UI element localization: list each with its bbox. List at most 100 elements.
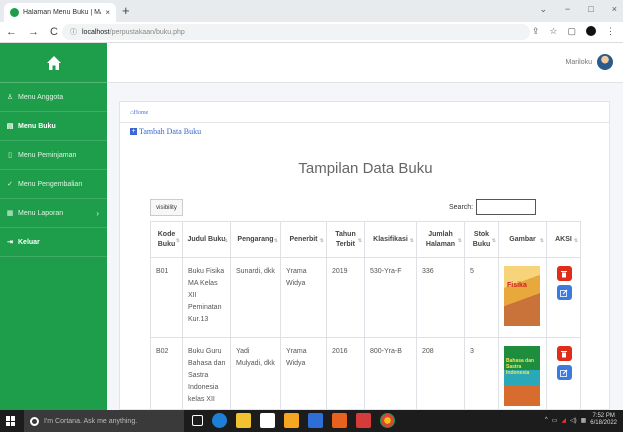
sidebar-item-menu-anggota[interactable]: ♙ Menu Anggota [0,83,107,112]
logout-icon: ⇥ [7,239,13,246]
sort-icon: ⇅ [319,238,324,244]
app-icon[interactable] [356,413,371,428]
sidebar-item-menu-buku[interactable]: ▤ Menu Buku [0,112,107,141]
navigation-buttons: ← → C [6,25,58,39]
column-header[interactable]: Judul Buku ⇅ [182,221,231,258]
network-icon[interactable]: ◢ [561,417,566,424]
browser-toolbar: ← → C ⓘ localhost/perpustakaan/buku.php … [0,22,623,43]
page-title: Tampilan Data Buku [298,160,433,177]
column-header[interactable]: Pengarang ⇅ [230,221,281,258]
user-menu[interactable]: Mariloku [566,54,613,70]
edge-icon[interactable] [212,413,227,428]
cortana-icon [30,416,39,426]
sidebar-item-keluar[interactable]: ⇥ Keluar [0,228,107,257]
book-icon: ▤ [6,123,14,130]
edit-button[interactable] [556,365,572,380]
maximize-icon[interactable]: □ [588,4,593,15]
cell-stok: 5 [464,257,499,338]
column-header[interactable]: AKSI ⇅ [546,221,581,258]
powerpoint-icon[interactable] [332,413,347,428]
divider [120,122,609,123]
search-label: Search: [449,203,474,211]
tab-search-icon[interactable]: ⌄ [539,4,547,15]
column-header[interactable]: Stok Buku ⇅ [464,221,499,258]
column-visibility-button[interactable]: visibility [150,199,183,216]
cell-penerbit: Yrama Widya [280,337,327,409]
column-header[interactable]: Klasifikasi ⇅ [364,221,417,258]
site-info-icon[interactable]: ⓘ [70,27,77,37]
column-header[interactable]: Tahun Terbit ⇅ [326,221,365,258]
url-host: localhost [82,28,110,36]
store-icon[interactable] [260,413,275,428]
share-icon[interactable]: ⇪ [532,26,540,37]
cell-kode: B02 [150,337,183,409]
profile-icon[interactable] [586,26,596,36]
cell-pengarang: Sunardi, dkk [230,257,281,338]
search-input[interactable] [476,199,537,215]
cell-halaman: 208 [416,337,465,409]
sidebar-item-menu-pengembalian[interactable]: ✓ Menu Pengembalian [0,170,107,199]
keyboard-icon[interactable]: ▦ [581,417,587,424]
sidebar-item-label: Menu Anggota [18,93,64,101]
sidebar-panel-icon[interactable]: ▢ [567,26,576,37]
favicon-icon [10,8,19,17]
book-cover-title: Bahasa dan Sastra Indonesia [506,358,535,376]
reload-icon[interactable]: C [50,25,58,39]
breadcrumb[interactable]: ⌂Home [130,110,148,116]
column-header-label: Judul Buku [187,235,226,243]
new-tab-button[interactable]: + [122,3,130,19]
table-search: Search: [449,199,537,215]
browser-tabbar: Halaman Menu Buku | MAN 1 Ci × + ⌄ − □ × [0,0,623,22]
task-view-icon[interactable] [192,415,203,426]
clock-time: 7:52 PM [592,413,615,419]
edit-icon [560,369,568,377]
cell-gambar: Fisika [498,257,547,338]
more-menu-icon[interactable]: ⋮ [606,26,615,37]
close-window-icon[interactable]: × [612,4,617,15]
column-header[interactable]: Jumlah Halaman ⇅ [416,221,465,258]
file-explorer-icon[interactable] [236,413,251,428]
cell-aksi [546,257,581,338]
word-icon[interactable] [308,413,323,428]
plus-icon: + [130,128,137,135]
minimize-icon[interactable]: − [565,4,570,15]
column-header-label: Pengarang [237,235,274,243]
browser-tab[interactable]: Halaman Menu Buku | MAN 1 Ci × [4,3,116,22]
cell-gambar: Bahasa dan Sastra Indonesia [498,337,547,409]
bookmark-star-icon[interactable]: ☆ [549,26,557,37]
edit-button[interactable] [556,285,572,300]
sort-icon: ⇅ [357,238,362,244]
home-brand[interactable] [0,43,107,83]
clock[interactable]: 7:52 PM 6/18/2022 [590,413,617,427]
column-header[interactable]: Penerbit ⇅ [280,221,327,258]
sort-icon: ⇅ [539,238,544,244]
forward-icon[interactable]: → [28,25,39,39]
books-table: Kode Buku ⇅ Judul Buku ⇅ Pengarang ⇅ Penerbit ⇅… [150,221,581,409]
column-header[interactable]: Gambar ⇅ [498,221,547,258]
tab-title: Halaman Menu Buku | MAN 1 Ci [23,9,101,16]
back-icon[interactable]: ← [6,25,17,39]
tray-chevron-icon[interactable]: ^ [545,417,548,423]
battery-icon[interactable]: ▭ [552,417,558,424]
column-header-label: Jumlah Halaman [425,230,456,248]
address-bar[interactable]: ⓘ localhost/perpustakaan/buku.php [62,24,530,40]
delete-button[interactable] [556,346,572,361]
chrome-icon[interactable] [380,413,395,428]
add-book-button[interactable]: + Tambah Data Buku [130,127,201,136]
xampp-icon[interactable] [284,413,299,428]
sidebar-item-menu-laporan[interactable]: ▦ Menu Laporan › [0,199,107,228]
username: Mariloku [565,58,592,66]
windows-start-icon[interactable] [6,416,16,426]
column-header-label: Gambar [509,235,536,243]
breadcrumb-home[interactable]: Home [134,110,149,116]
column-header[interactable]: Kode Buku ⇅ [150,221,183,258]
column-header-label: AKSI [555,235,572,243]
delete-button[interactable] [556,266,572,281]
system-tray: ^ ▭ ◢ ◁) ▦ 7:52 PM 6/18/2022 [545,413,617,427]
tab-close-icon[interactable]: × [105,8,110,17]
book-cover-image: Fisika [504,266,540,326]
volume-icon[interactable]: ◁) [570,417,577,424]
cortana-search[interactable]: I'm Cortana. Ask me anything. [24,410,184,432]
add-book-label: Tambah Data Buku [139,127,202,136]
sidebar-item-menu-peminjaman[interactable]: ▯ Menu Peminjaman [0,141,107,170]
